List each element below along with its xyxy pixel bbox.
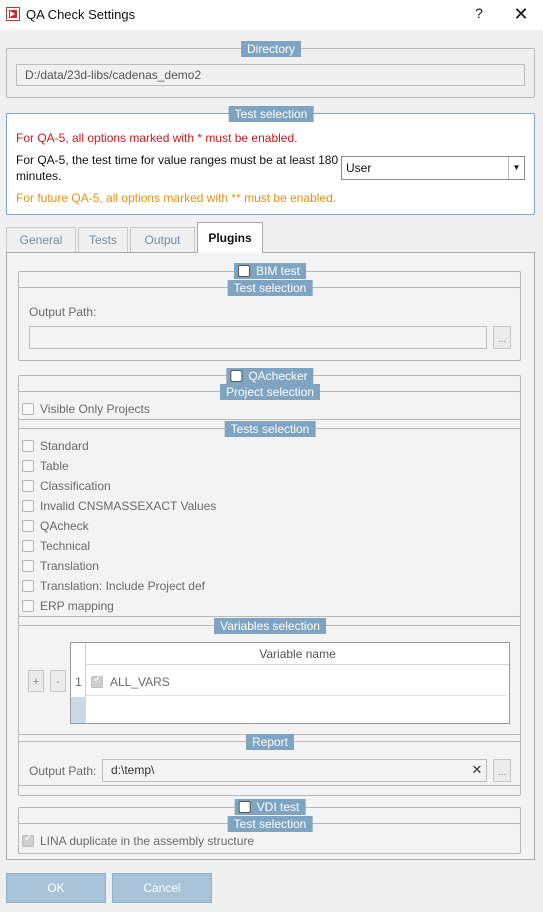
close-button[interactable]: ✕ (510, 4, 532, 26)
directory-field[interactable]: D:/data/23d-libs/cadenas_demo2 (16, 64, 525, 86)
test-label-invalid-cnsmassexact: Invalid CNSMASSEXACT Values (40, 499, 217, 513)
bim-browse-button[interactable]: ... (493, 326, 511, 349)
bim-output-path-field[interactable] (29, 326, 487, 349)
test-label-standard: Standard (40, 439, 89, 453)
vdi-test-checkbox[interactable] (238, 801, 251, 813)
future-qa5-note: For future QA-5, all options marked with… (16, 191, 337, 205)
test-checkbox-qacheck[interactable] (22, 520, 34, 532)
lina-checkbox[interactable] (22, 833, 34, 847)
tab-tests[interactable]: Tests (78, 227, 128, 253)
test-checkbox-translation-project-def[interactable] (22, 580, 34, 592)
test-checkbox-standard[interactable] (22, 440, 34, 452)
qachecker-title-label: QAchecker (248, 369, 308, 383)
add-variable-button[interactable]: + (28, 670, 44, 692)
visible-only-checkbox[interactable] (22, 403, 34, 415)
cancel-button[interactable]: Cancel (112, 873, 212, 903)
all-vars-label: ALL_VARS (110, 675, 170, 689)
qa5-time-note-line1: For QA-5, the test time for value ranges… (16, 153, 339, 167)
vdi-title: VDI test (234, 799, 306, 815)
test-selection-title: Test selection (228, 106, 314, 122)
directory-title: Directory (240, 41, 302, 57)
user-dropdown[interactable]: User ▼ (341, 156, 525, 180)
row-number: 1 (75, 675, 82, 689)
window-title: QA Check Settings (26, 7, 136, 22)
test-checkbox-technical[interactable] (22, 540, 34, 552)
user-dropdown-value: User (346, 161, 372, 175)
all-vars-checkbox[interactable] (91, 674, 103, 688)
test-label-classification: Classification (40, 479, 111, 493)
vdi-title-label: VDI test (256, 800, 300, 814)
help-button[interactable]: ? (470, 5, 488, 25)
qa5-note: For QA-5, all options marked with * must… (16, 131, 298, 145)
vdi-test-selection-title: Test selection (227, 816, 313, 832)
bim-output-path-label: Output Path: (29, 305, 97, 319)
bim-test-selection-group (18, 287, 521, 361)
test-label-table: Table (40, 459, 69, 473)
row-header-empty (71, 697, 86, 723)
test-label-qacheck: QAcheck (40, 519, 89, 533)
test-checkbox-translation[interactable] (22, 560, 34, 572)
report-output-path-field[interactable]: d:\temp\ (102, 759, 487, 782)
tab-general[interactable]: General (6, 227, 76, 253)
bim-title: BIM test (233, 263, 307, 279)
bim-title-label: BIM test (255, 264, 301, 278)
chevron-down-icon: ▼ (508, 157, 524, 179)
lina-label: LINA duplicate in the assembly structure (40, 834, 255, 848)
test-label-translation-project-def: Translation: Include Project def (40, 579, 205, 593)
report-output-path-label: Output Path: (29, 764, 97, 778)
report-title: Report (245, 734, 295, 750)
test-label-technical: Technical (40, 539, 91, 553)
test-label-translation: Translation (40, 559, 99, 573)
app-icon (6, 7, 20, 21)
tab-output[interactable]: Output (130, 227, 195, 253)
test-checkbox-erp-mapping[interactable] (22, 600, 34, 612)
clear-icon[interactable]: ✕ (470, 760, 484, 780)
tab-plugins[interactable]: Plugins (197, 222, 263, 253)
visible-only-label: Visible Only Projects (40, 402, 150, 416)
test-label-erp-mapping: ERP mapping (40, 599, 114, 613)
ok-button[interactable]: OK (6, 873, 106, 903)
variable-name-header[interactable]: Variable name (86, 643, 509, 665)
project-selection-title: Project selection (219, 384, 321, 400)
qa5-time-note-line2: minutes. (16, 169, 62, 183)
test-checkbox-invalid-cnsmassexact[interactable] (22, 500, 34, 512)
bim-test-checkbox[interactable] (237, 265, 250, 277)
qachecker-checkbox[interactable] (230, 370, 243, 382)
variables-selection-title: Variables selection (214, 618, 326, 634)
bim-test-selection-title: Test selection (227, 280, 313, 296)
remove-variable-button[interactable]: - (50, 670, 66, 692)
test-checkbox-classification[interactable] (22, 480, 34, 492)
tests-selection-title: Tests selection (224, 421, 316, 437)
qachecker-title: QAchecker (226, 368, 314, 384)
report-browse-button[interactable]: ... (493, 759, 511, 782)
test-checkbox-table[interactable] (22, 460, 34, 472)
